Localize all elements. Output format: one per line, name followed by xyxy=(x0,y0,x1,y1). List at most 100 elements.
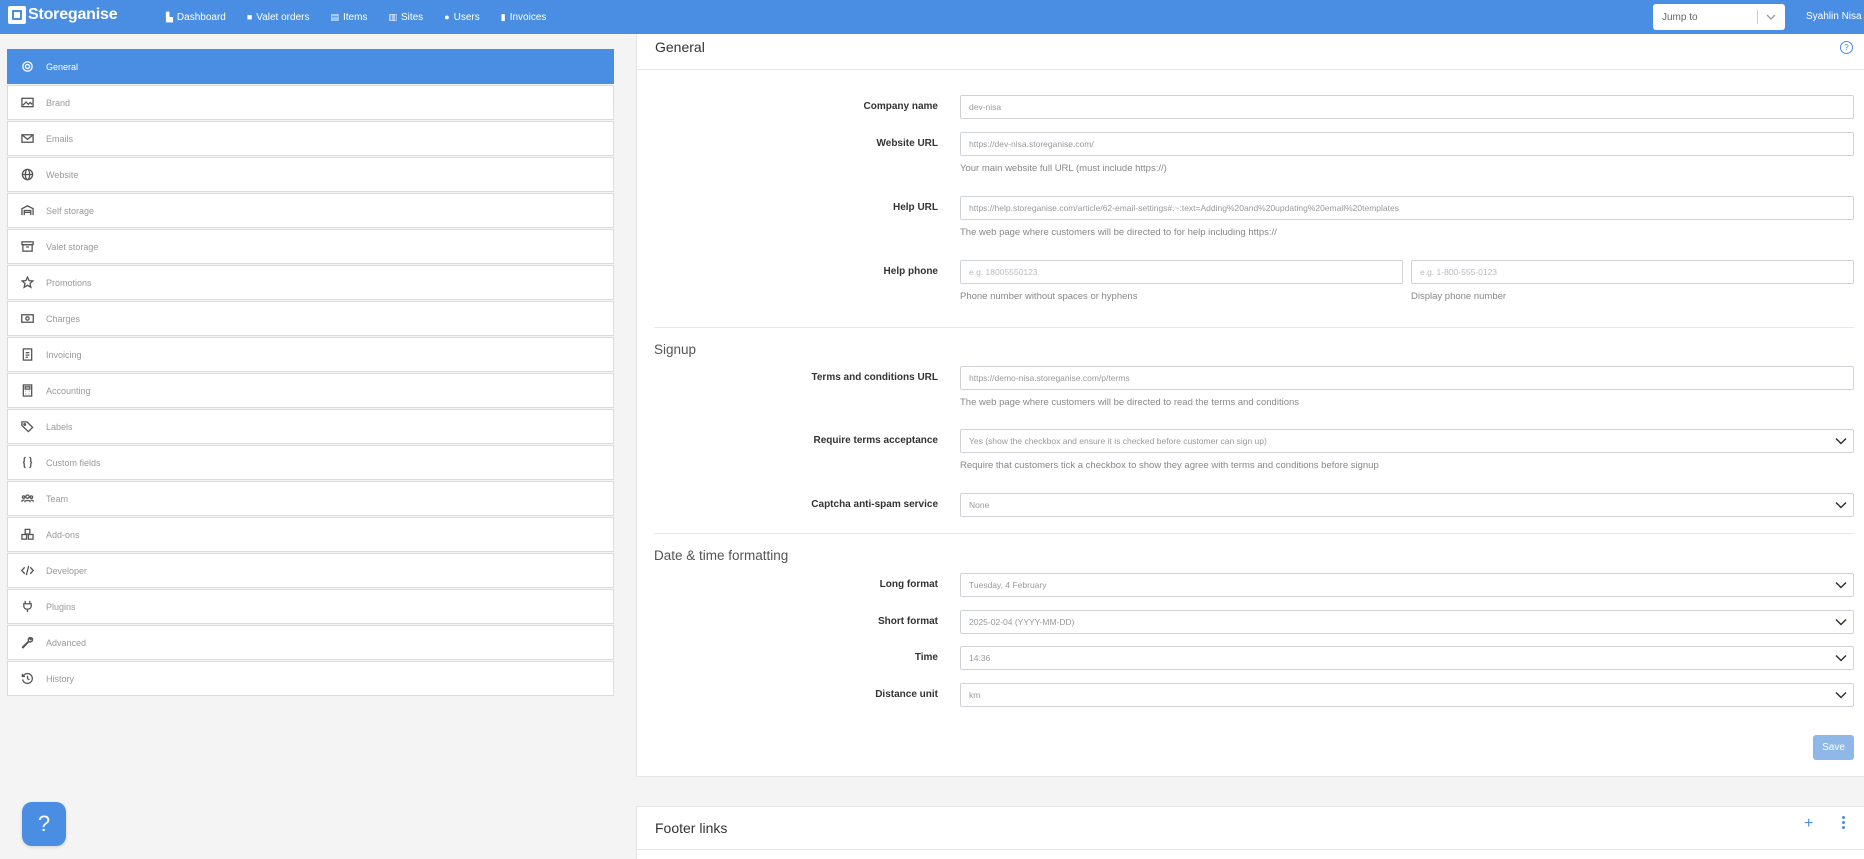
sidebar-item-brand[interactable]: Brand xyxy=(7,85,614,120)
jump-to-select[interactable]: Jump to xyxy=(1653,4,1785,30)
sidebar-item-labels[interactable]: Labels xyxy=(7,409,614,444)
sidebar-item-website[interactable]: Website xyxy=(7,157,614,192)
sidebar-item-label: General xyxy=(46,61,79,72)
brand-name: Storeganise xyxy=(28,6,118,23)
footer-links-panel: Footer links xyxy=(636,806,1864,859)
help-url-label: Help URL xyxy=(893,202,938,213)
user-name: Syahlin Nisa xyxy=(1806,11,1862,22)
nav-invoices[interactable]: ▮ Invoices xyxy=(501,12,547,23)
invoice-icon xyxy=(21,348,34,361)
money-icon xyxy=(21,312,34,325)
chevron-down-icon xyxy=(1835,618,1847,626)
nav-valet-orders[interactable]: ■ Valet orders xyxy=(247,12,310,23)
sidebar-item-label: Add-ons xyxy=(46,529,80,540)
section-divider xyxy=(654,533,1854,534)
sidebar-item-charges[interactable]: Charges xyxy=(7,301,614,336)
help-fab-button[interactable]: ? xyxy=(22,802,66,846)
datetime-section-title: Date & time formatting xyxy=(654,548,789,563)
jump-to-placeholder: Jump to xyxy=(1662,12,1698,23)
long-format-select[interactable]: Tuesday, 4 February xyxy=(960,573,1854,597)
sidebar-item-emails[interactable]: Emails xyxy=(7,121,614,156)
captcha-select[interactable]: None xyxy=(960,493,1854,517)
sidebar-item-label: Emails xyxy=(46,133,74,144)
nav-users[interactable]: ● Users xyxy=(444,12,480,23)
nav-label: Invoices xyxy=(509,11,547,23)
require-terms-select[interactable]: Yes (show the checkbox and ensure it is … xyxy=(960,429,1854,453)
help-url-input[interactable] xyxy=(960,196,1854,220)
terms-url-label: Terms and conditions URL xyxy=(811,372,939,383)
sidebar-item-label: Advanced xyxy=(46,637,87,648)
website-url-label: Website URL xyxy=(876,138,939,149)
plug-icon xyxy=(21,600,34,613)
company-name-input[interactable] xyxy=(960,95,1854,119)
sidebar-item-accounting[interactable]: Accounting xyxy=(7,373,614,408)
nav-label: Items xyxy=(342,11,368,23)
star-icon xyxy=(21,276,34,289)
require-terms-help: Require that customers tick a checkbox t… xyxy=(960,460,1379,471)
short-format-select[interactable]: 2025-02-04 (YYYY-MM-DD) xyxy=(960,610,1854,634)
tags-icon xyxy=(21,420,34,433)
settings-sidebar: General Brand Emails Website Self storag… xyxy=(7,49,614,697)
building-icon: ▥ xyxy=(388,11,397,22)
sidebar-item-add-ons[interactable]: Add-ons xyxy=(7,517,614,552)
terms-url-input[interactable] xyxy=(960,366,1854,390)
box-icon: ▤ xyxy=(330,11,339,22)
short-format-label: Short format xyxy=(878,616,938,627)
sidebar-item-promotions[interactable]: Promotions xyxy=(7,265,614,300)
more-options-icon[interactable] xyxy=(1842,816,1846,830)
time-select[interactable]: 14:36 xyxy=(960,646,1854,670)
brand-logo-link[interactable]: Storeganise xyxy=(8,6,118,24)
website-url-input[interactable] xyxy=(960,132,1854,156)
help-phone-input[interactable] xyxy=(960,260,1403,284)
website-url-help: Your main website full URL (must include… xyxy=(960,163,1167,174)
sidebar-item-history[interactable]: History xyxy=(7,661,614,696)
user-menu[interactable]: Syahlin Nisa ▾ xyxy=(1806,11,1864,22)
sidebar-item-custom-fields[interactable]: Custom fields xyxy=(7,445,614,480)
chevron-down-icon xyxy=(1835,691,1847,699)
save-button[interactable]: Save xyxy=(1813,735,1854,760)
nav-items[interactable]: ▤ Items xyxy=(330,12,367,23)
nav-dashboard[interactable]: ▙ Dashboard xyxy=(166,12,226,23)
panel-title: General xyxy=(655,39,705,55)
sidebar-item-developer[interactable]: Developer xyxy=(7,553,614,588)
chevron-down-icon xyxy=(1835,501,1847,509)
sidebar-item-team[interactable]: Team xyxy=(7,481,614,516)
time-label: Time xyxy=(914,652,938,663)
nav-label: Valet orders xyxy=(256,11,310,23)
select-value: Tuesday, 4 February xyxy=(969,580,1047,590)
globe-icon xyxy=(21,168,34,181)
storeganise-logo-icon xyxy=(8,6,26,24)
sidebar-item-invoicing[interactable]: Invoicing xyxy=(7,337,614,372)
sidebar-item-label: Invoicing xyxy=(46,349,82,360)
sidebar-item-label: Promotions xyxy=(46,277,92,288)
sidebar-item-general[interactable]: General xyxy=(7,49,614,84)
sidebar-item-label: Accounting xyxy=(46,385,91,396)
add-icon[interactable]: + xyxy=(1804,815,1813,833)
code-icon xyxy=(21,564,34,577)
company-name-label: Company name xyxy=(863,101,938,112)
sidebar-item-label: Labels xyxy=(46,421,73,432)
sidebar-item-self-storage[interactable]: Self storage xyxy=(7,193,614,228)
help-url-help: The web page where customers will be dir… xyxy=(960,227,1277,238)
sidebar-item-valet-storage[interactable]: Valet storage xyxy=(7,229,614,264)
help-phone-help: Phone number without spaces or hyphens xyxy=(960,291,1138,302)
select-value: None xyxy=(969,500,990,510)
sidebar-item-advanced[interactable]: Advanced xyxy=(7,625,614,660)
help-phone-display-input[interactable] xyxy=(1411,260,1854,284)
help-circle-icon[interactable]: ? xyxy=(1840,41,1853,54)
select-value: km xyxy=(969,690,981,700)
divider xyxy=(637,69,1864,70)
help-phone-display-help: Display phone number xyxy=(1411,291,1507,302)
section-divider xyxy=(654,327,1854,328)
sidebar-item-label: Plugins xyxy=(46,601,76,612)
chevron-down-icon xyxy=(1835,581,1847,589)
terms-url-help: The web page where customers will be dir… xyxy=(960,397,1300,408)
long-format-label: Long format xyxy=(879,579,938,590)
help-phone-label: Help phone xyxy=(883,266,938,277)
nav-sites[interactable]: ▥ Sites xyxy=(388,12,423,23)
sidebar-item-label: Self storage xyxy=(46,205,95,216)
user-icon: ● xyxy=(444,12,450,22)
distance-unit-select[interactable]: km xyxy=(960,683,1854,707)
captcha-label: Captcha anti-spam service xyxy=(811,499,938,510)
sidebar-item-plugins[interactable]: Plugins xyxy=(7,589,614,624)
